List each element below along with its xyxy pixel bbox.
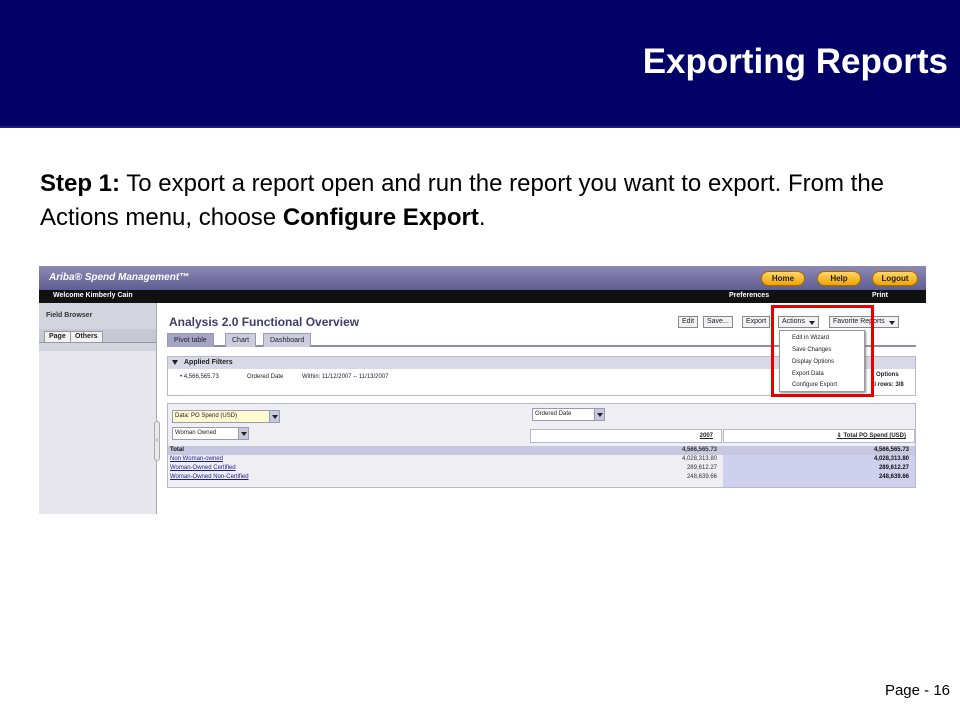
- print-link[interactable]: Print: [872, 292, 888, 299]
- step-label: Step 1:: [40, 170, 121, 197]
- row-field-selector[interactable]: Woman Owned: [172, 427, 249, 440]
- instruction-end: .: [478, 204, 486, 231]
- column-header-total[interactable]: ⇓ Total PO Spend (USD): [723, 429, 915, 443]
- row-total: 4,028,313.80: [873, 456, 909, 462]
- table-row: Woman-Owned Non-Certified 248,639.66 248…: [168, 473, 915, 482]
- tab-pivot-table[interactable]: Pivot table: [167, 333, 214, 347]
- row-total: 4,566,565.73: [873, 447, 909, 453]
- user-bar: Welcome Kimberly Cain Preferences Print: [39, 290, 926, 303]
- row-value: 289,612.27: [686, 465, 717, 471]
- report-title: Analysis 2.0 Functional Overview: [169, 315, 360, 329]
- chevron-down-icon: [594, 409, 604, 420]
- export-button[interactable]: Export: [742, 316, 771, 328]
- filter-field: Ordered Date: [247, 374, 284, 380]
- applied-filters-title: Applied Filters: [184, 359, 233, 366]
- tab-chart[interactable]: Chart: [225, 333, 257, 347]
- filter-range: Within: 11/12/2007 -- 11/13/2007: [302, 374, 389, 380]
- column-field-selector[interactable]: Ordered Date: [532, 408, 605, 421]
- page-number: Page - 16: [884, 682, 950, 699]
- save-button[interactable]: Save...: [703, 316, 733, 328]
- data-selector-value: Data: PO Spend (USD): [175, 413, 238, 419]
- row-total: 248,639.66: [878, 474, 909, 480]
- field-browser-title: Field Browser: [46, 312, 93, 319]
- home-button[interactable]: Home: [761, 271, 805, 286]
- tab-page[interactable]: Page: [44, 331, 71, 343]
- instruction-text: Step 1: To export a report open and run …: [40, 167, 920, 235]
- field-browser-tabs: Page Others: [39, 329, 156, 343]
- pivot-table: Data: PO Spend (USD) Woman Owned Ordered…: [167, 403, 916, 488]
- table-row-total: Total 4,566,565.73 4,566,565.73: [168, 446, 915, 455]
- field-browser-pane: Field Browser Page Others: [39, 303, 157, 514]
- row-label-link[interactable]: Woman-Owned Certified: [170, 464, 236, 473]
- ariba-logo: Ariba® Spend Management™: [49, 272, 190, 283]
- field-browser-body: [39, 351, 156, 514]
- help-button[interactable]: Help: [817, 271, 861, 286]
- table-row: Non Woman-owned 4,028,313.80 4,028,313.8…: [168, 455, 915, 464]
- chevron-down-icon: [238, 428, 248, 439]
- slide-title: Exporting Reports: [642, 42, 948, 81]
- display-options-truncated: y Options: [871, 372, 899, 378]
- column-field-value: Ordered Date: [535, 411, 572, 417]
- row-value: 248,639.66: [686, 474, 717, 480]
- row-label-link[interactable]: Non Woman-owned: [170, 455, 223, 464]
- collapse-pane-handle[interactable]: ‹: [154, 421, 160, 461]
- column-header-2007[interactable]: 2007: [530, 429, 722, 443]
- welcome-text: Welcome Kimberly Cain: [53, 292, 133, 299]
- chevron-down-icon: [269, 411, 279, 422]
- row-value: 4,566,565.73: [681, 447, 717, 453]
- chevron-down-icon: [888, 321, 895, 325]
- table-row: Woman-Owned Certified 289,612.27 289,612…: [168, 464, 915, 473]
- data-selector[interactable]: Data: PO Spend (USD): [172, 410, 280, 423]
- row-label: Total: [170, 447, 184, 453]
- tab-others[interactable]: Others: [70, 331, 103, 343]
- app-topbar: Ariba® Spend Management™ Home Help Logou…: [39, 266, 926, 290]
- row-label-link[interactable]: Woman-Owned Non-Certified: [170, 473, 249, 482]
- row-value: 4,028,313.80: [681, 456, 717, 462]
- logout-button[interactable]: Logout: [872, 271, 918, 286]
- preferences-link[interactable]: Preferences: [729, 292, 769, 299]
- filter-value: • 4,566,565.73: [180, 374, 219, 380]
- slide-header: Exporting Reports: [0, 0, 960, 128]
- app-screenshot: Ariba® Spend Management™ Home Help Logou…: [39, 266, 926, 514]
- highlight-box: [771, 305, 874, 397]
- edit-button[interactable]: Edit: [678, 316, 699, 328]
- row-total: 289,612.27: [878, 465, 909, 471]
- total-rows-truncated: al rows: 3/8: [871, 382, 904, 388]
- row-field-value: Woman Owned: [175, 430, 217, 436]
- tab-dashboard[interactable]: Dashboard: [263, 333, 312, 347]
- collapse-triangle-icon: [172, 360, 178, 365]
- instruction-highlight: Configure Export: [282, 204, 479, 231]
